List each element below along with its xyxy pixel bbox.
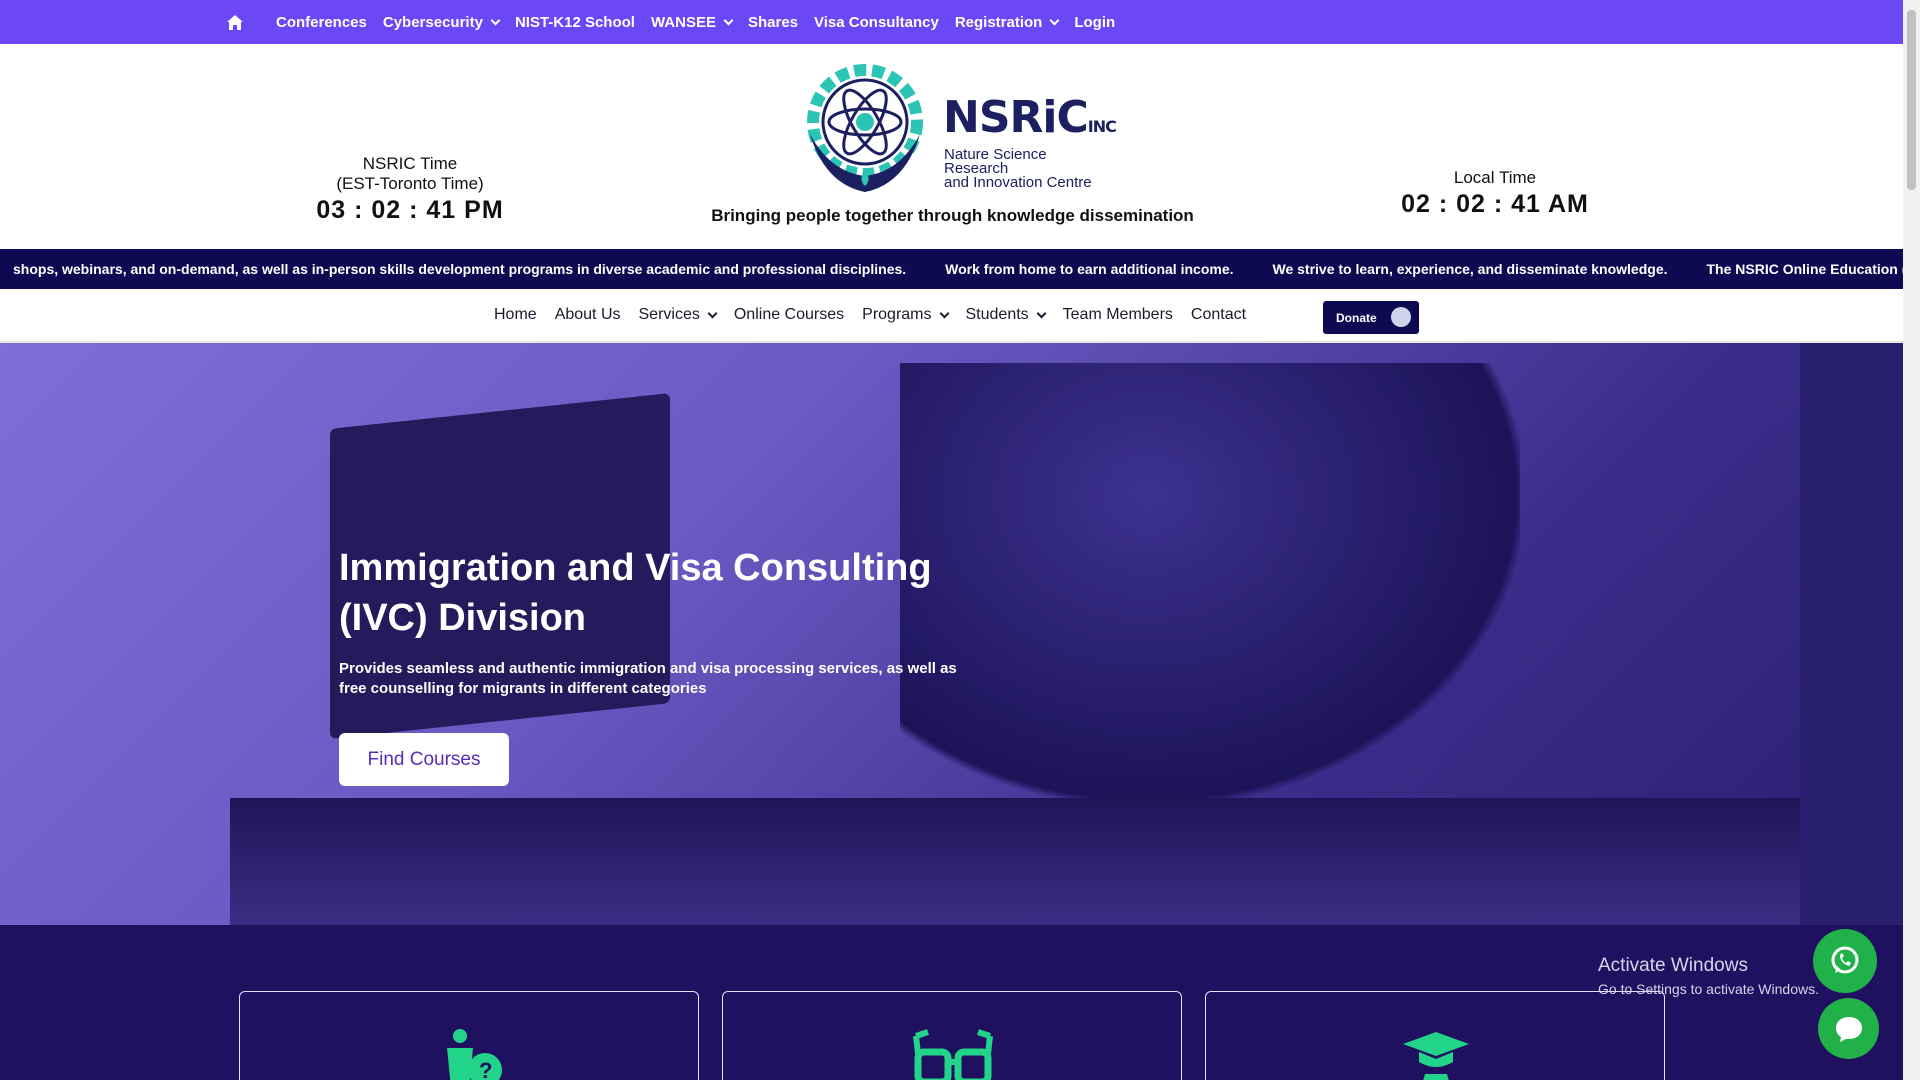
watermark-subtitle: Go to Settings to activate Windows. bbox=[1598, 981, 1819, 997]
nav-about-us[interactable]: About Us bbox=[555, 306, 621, 324]
donate-label: Donate bbox=[1336, 310, 1377, 325]
top-nav-label: Login bbox=[1074, 13, 1116, 31]
person-question-icon: ? bbox=[447, 1029, 502, 1080]
top-nav-label: Visa Consultancy bbox=[814, 13, 939, 31]
graduate-icon bbox=[1403, 1032, 1469, 1080]
atom-logo-icon bbox=[807, 64, 923, 192]
ticker-item[interactable]: Work from home to earn additional income… bbox=[945, 261, 1233, 277]
nav-services[interactable]: Services bbox=[638, 306, 718, 324]
nav-programs[interactable]: Programs bbox=[862, 306, 949, 324]
main-nav-links: Home About Us Services Online Courses Pr… bbox=[494, 289, 1246, 341]
chevron-down-icon bbox=[1049, 15, 1060, 25]
logo-brand: NSRiCINC bbox=[943, 92, 1117, 143]
chevron-down-icon bbox=[939, 308, 949, 318]
site-logo[interactable]: NSRiCINC Nature Science Research and Inn… bbox=[800, 64, 1117, 196]
whatsapp-button[interactable] bbox=[1813, 929, 1877, 993]
top-nav: Conferences Cybersecurity NIST-K12 Schoo… bbox=[276, 14, 1115, 31]
nav-students[interactable]: Students bbox=[965, 306, 1047, 324]
main-nav: Home About Us Services Online Courses Pr… bbox=[0, 289, 1903, 343]
top-bar: Conferences Cybersecurity NIST-K12 Schoo… bbox=[0, 0, 1903, 44]
hero-desk-graphic bbox=[230, 798, 1800, 925]
feature-card[interactable]: ? bbox=[239, 991, 699, 1080]
nav-label: About Us bbox=[554, 306, 621, 323]
features-section: ? Activate Windows Go to Settings to act… bbox=[0, 925, 1903, 1080]
top-nav-label: NIST-K12 School bbox=[514, 13, 635, 31]
page-scrollbar[interactable] bbox=[1903, 0, 1920, 1080]
news-ticker: shops, webinars, and on-demand, as well … bbox=[0, 249, 1903, 289]
donate-button[interactable]: Donate bbox=[1323, 301, 1419, 334]
logo-subtitle: Nature Science Research and Innovation C… bbox=[944, 146, 1104, 191]
nav-label: Students bbox=[965, 306, 1029, 323]
ticker-item[interactable]: shops, webinars, and on-demand, as well … bbox=[13, 261, 906, 277]
nav-label: Home bbox=[494, 306, 537, 323]
top-nav-shares[interactable]: Shares bbox=[748, 14, 798, 31]
hero-photo-edge bbox=[1800, 343, 1903, 925]
bank-icon bbox=[1391, 307, 1411, 327]
logo-brand-text: NSRiC bbox=[943, 92, 1089, 143]
clock-label: NSRIC Time bbox=[362, 154, 458, 173]
svg-text:?: ? bbox=[479, 1058, 492, 1080]
clock-label: Local Time bbox=[1453, 168, 1537, 187]
scrollbar-thumb[interactable] bbox=[1907, 10, 1916, 190]
top-nav-wansee[interactable]: WANSEE bbox=[650, 13, 734, 31]
nav-label: Contact bbox=[1190, 306, 1247, 323]
clock-sublabel: (EST-Toronto Time) bbox=[336, 174, 484, 193]
nav-label: Programs bbox=[862, 306, 932, 323]
chat-bubble-icon bbox=[1835, 1016, 1862, 1042]
feature-card[interactable] bbox=[1205, 991, 1665, 1080]
nav-label: Team Members bbox=[1062, 306, 1173, 323]
top-nav-label: Shares bbox=[747, 13, 799, 31]
top-nav-registration[interactable]: Registration bbox=[954, 13, 1060, 31]
nav-team-members[interactable]: Team Members bbox=[1063, 306, 1173, 324]
find-courses-button[interactable]: Find Courses bbox=[339, 733, 509, 786]
top-nav-label: Cybersecurity bbox=[382, 13, 483, 31]
hero-title: Immigration and Visa Consulting (IVC) Di… bbox=[339, 543, 979, 643]
hero-description: Provides seamless and authentic immigrat… bbox=[339, 660, 957, 697]
clock-time: 03 : 02 : 41 PM bbox=[316, 196, 504, 224]
top-nav-label: Registration bbox=[954, 13, 1043, 31]
nav-online-courses[interactable]: Online Courses bbox=[734, 306, 844, 324]
nav-label: Online Courses bbox=[733, 306, 845, 323]
nav-contact[interactable]: Contact bbox=[1191, 306, 1246, 324]
nsric-clock: NSRIC Time (EST-Toronto Time) 03 : 02 : … bbox=[300, 154, 520, 225]
logo-subtitle-line: and Innovation Centre bbox=[944, 174, 1092, 191]
hero-title-line: Immigration and Visa Consulting bbox=[339, 547, 932, 589]
top-nav-login[interactable]: Login bbox=[1074, 14, 1115, 31]
chevron-down-icon bbox=[707, 308, 718, 318]
whatsapp-icon bbox=[1831, 946, 1859, 974]
hero-title-line: (IVC) Division bbox=[339, 597, 587, 639]
top-nav-cybersecurity[interactable]: Cybersecurity bbox=[382, 13, 501, 31]
ticker-item[interactable]: The NSRIC Online Education (OE) Division… bbox=[1707, 261, 1904, 277]
top-nav-nist-k12-school[interactable]: NIST-K12 School bbox=[515, 14, 635, 31]
chat-button[interactable] bbox=[1818, 998, 1879, 1059]
nav-label: Services bbox=[638, 306, 700, 323]
clock-time: 02 : 02 : 41 AM bbox=[1401, 190, 1589, 218]
tagline: Bringing people together through knowled… bbox=[711, 206, 1194, 225]
glasses-icon bbox=[913, 1029, 993, 1080]
top-nav-label: Conferences bbox=[276, 13, 367, 31]
site-header: NSRIC Time (EST-Toronto Time) 03 : 02 : … bbox=[0, 44, 1903, 249]
top-nav-visa-consultancy[interactable]: Visa Consultancy bbox=[814, 14, 939, 31]
ticker-item[interactable]: We strive to learn, experience, and diss… bbox=[1273, 261, 1668, 277]
activate-windows-watermark: Activate Windows Go to Settings to activ… bbox=[1598, 955, 1819, 997]
logo-suffix: INC bbox=[1087, 117, 1117, 136]
feature-card[interactable] bbox=[722, 991, 1182, 1080]
chevron-down-icon bbox=[1036, 308, 1047, 318]
home-icon[interactable] bbox=[226, 12, 246, 32]
chevron-down-icon bbox=[490, 15, 501, 25]
logo-subtitle-line: Nature Science Research bbox=[944, 146, 1047, 177]
chevron-down-icon bbox=[723, 15, 734, 25]
watermark-title: Activate Windows bbox=[1598, 955, 1748, 976]
hero-section: Immigration and Visa Consulting (IVC) Di… bbox=[0, 343, 1903, 925]
local-clock: Local Time 02 : 02 : 41 AM bbox=[1380, 168, 1610, 219]
nav-home[interactable]: Home bbox=[494, 306, 537, 324]
top-nav-label: WANSEE bbox=[650, 13, 716, 31]
top-nav-conferences[interactable]: Conferences bbox=[276, 14, 367, 31]
hero-person-graphic bbox=[900, 363, 1520, 803]
